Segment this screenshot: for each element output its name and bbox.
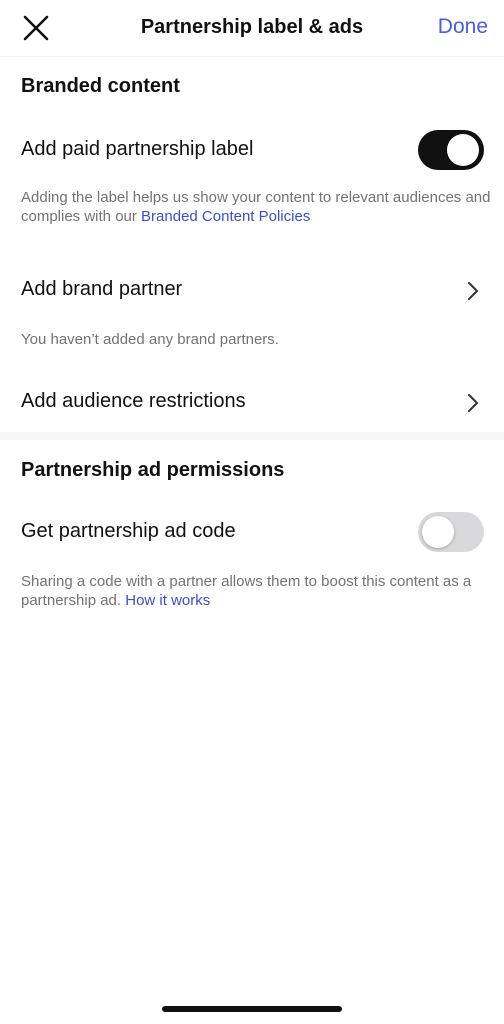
home-indicator[interactable] [162,1006,342,1012]
chevron-right-icon [468,282,478,300]
add-audience-restrictions-text: Add audience restrictions [21,390,246,412]
brand-partner-helper-text: You haven’t added any brand partners. [21,331,279,348]
paid-label-helper-text: Adding the label helps us show your cont… [21,188,491,226]
ad-code-helper-body: Sharing a code with a partner allows the… [21,573,472,609]
add-brand-partner-row[interactable]: Add brand partner [0,266,504,314]
paid-partnership-label-text: Add paid partnership label [21,138,254,160]
partnership-ad-code-row[interactable]: Get partnership ad code [0,508,504,556]
add-brand-partner-text: Add brand partner [21,278,183,300]
partnership-ad-code-text: Get partnership ad code [21,520,236,542]
chevron-right-icon [468,394,478,412]
done-button[interactable]: Done [438,15,488,39]
page-title: Partnership label & ads [140,16,364,38]
partnership-ad-permissions-heading: Partnership ad permissions [21,459,285,481]
branded-content-heading: Branded content [21,75,180,97]
section-divider [0,432,504,440]
top-navigation-bar: Partnership label & ads Done [0,0,504,57]
branded-content-policies-link[interactable]: Branded Content Policies [141,208,310,225]
add-audience-restrictions-row[interactable]: Add audience restrictions [0,378,504,426]
how-it-works-link[interactable]: How it works [125,592,210,609]
toggle-knob [447,134,479,166]
paid-partnership-label-toggle[interactable] [418,130,484,170]
paid-partnership-label-row[interactable]: Add paid partnership label [0,126,504,174]
partnership-ad-code-toggle[interactable] [418,512,484,552]
toggle-knob [422,516,454,548]
ad-code-helper-text: Sharing a code with a partner allows the… [21,572,491,610]
